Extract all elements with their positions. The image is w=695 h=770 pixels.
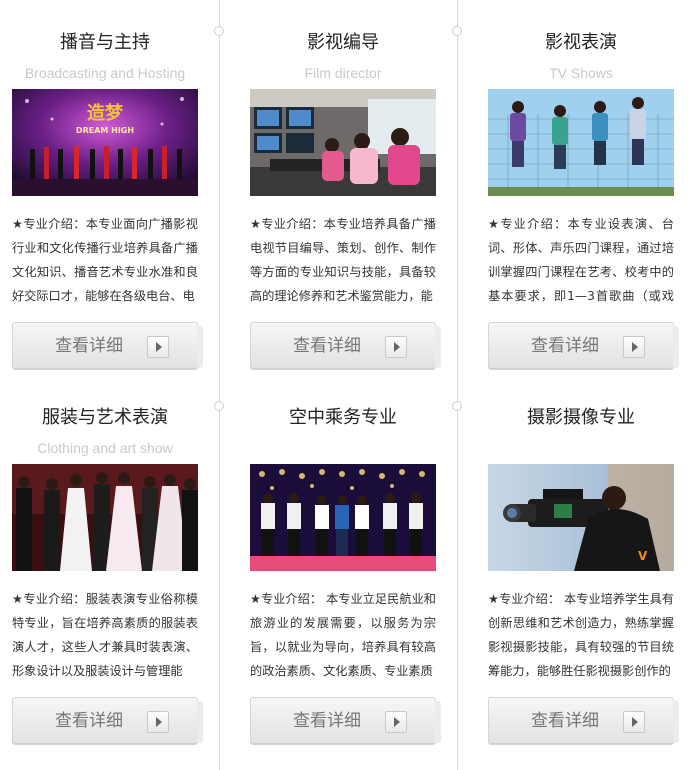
- svg-text:造梦: 造梦: [87, 102, 124, 124]
- photo-caption: DREAM HIGH: [76, 126, 134, 135]
- stage-show-photo-icon[interactable]: 造梦 DREAM HIGH: [12, 89, 198, 196]
- flight-crew-photo-icon[interactable]: [250, 464, 436, 571]
- button-edge: [673, 701, 679, 743]
- card-subtitle: Broadcasting and Hosting: [24, 65, 186, 81]
- card-title: 服装与艺术表演: [42, 407, 168, 428]
- card-description: ★专业介绍： 本专业培养学生具有创新思维和艺术创造力，熟练掌握影视摄影技能，具有…: [488, 592, 674, 678]
- card-title: 影视表演: [545, 32, 617, 53]
- button-label: 查看详细: [531, 336, 599, 356]
- button-label: 查看详细: [55, 711, 123, 731]
- divider-knob: [214, 26, 224, 36]
- card-subtitle: Clothing and art show: [37, 440, 173, 456]
- divider-knob: [214, 401, 224, 411]
- button-edge: [673, 326, 679, 368]
- view-details-button[interactable]: 查看详细: [12, 697, 203, 745]
- svg-text:V: V: [638, 549, 648, 563]
- view-details-button[interactable]: 查看详细: [250, 697, 441, 745]
- card-description: ★专业介绍：本专业培养具备广播电视节目编导、策划、创作、制作等方面的专业知识与技…: [250, 217, 436, 303]
- card-title: 空中乘务专业: [289, 407, 397, 428]
- arrow-right-icon: [623, 336, 645, 358]
- view-details-button[interactable]: 查看详细: [12, 322, 203, 370]
- card-description: ★专业介绍：本专业设表演、台词、形体、声乐四门课程，通过培训掌握四门课程在艺考、…: [488, 217, 674, 303]
- card-title: 播音与主持: [60, 32, 150, 53]
- view-details-button[interactable]: 查看详细: [488, 697, 679, 745]
- button-label: 查看详细: [293, 336, 361, 356]
- divider-knob: [452, 401, 462, 411]
- arrow-right-icon: [147, 336, 169, 358]
- card-title: 摄影摄像专业: [527, 407, 635, 428]
- button-edge: [435, 326, 441, 368]
- button-label: 查看详细: [55, 336, 123, 356]
- column-divider-2: [457, 0, 458, 770]
- view-details-button[interactable]: 查看详细: [250, 322, 441, 370]
- camera-operator-photo-icon[interactable]: V: [488, 464, 674, 571]
- arrow-right-icon: [385, 711, 407, 733]
- card-description: ★专业介绍：本专业面向广播影视行业和文化传播行业培养具备广播文化知识、播音艺术专…: [12, 217, 198, 303]
- arrow-right-icon: [623, 711, 645, 733]
- button-label: 查看详细: [293, 711, 361, 731]
- fashion-models-photo-icon[interactable]: [12, 464, 198, 571]
- button-edge: [435, 701, 441, 743]
- button-edge: [197, 701, 203, 743]
- card-subtitle: Film director: [304, 65, 382, 81]
- view-details-button[interactable]: 查看详细: [488, 322, 679, 370]
- jumping-students-photo-icon[interactable]: [488, 89, 674, 196]
- card-title: 影视编导: [307, 32, 379, 53]
- control-room-photo-icon[interactable]: [250, 89, 436, 196]
- button-label: 查看详细: [531, 711, 599, 731]
- arrow-right-icon: [147, 711, 169, 733]
- card-description: ★专业介绍： 本专业立足民航业和旅游业的发展需要，以服务为宗旨，以就业为导向，培…: [250, 592, 436, 678]
- button-edge: [197, 326, 203, 368]
- card-description: ★专业介绍：服装表演专业俗称模特专业，旨在培养高素质的服装表演人才，这些人才兼具…: [12, 592, 198, 678]
- divider-knob: [452, 26, 462, 36]
- column-divider-1: [219, 0, 220, 770]
- card-subtitle: TV Shows: [549, 65, 613, 81]
- arrow-right-icon: [385, 336, 407, 358]
